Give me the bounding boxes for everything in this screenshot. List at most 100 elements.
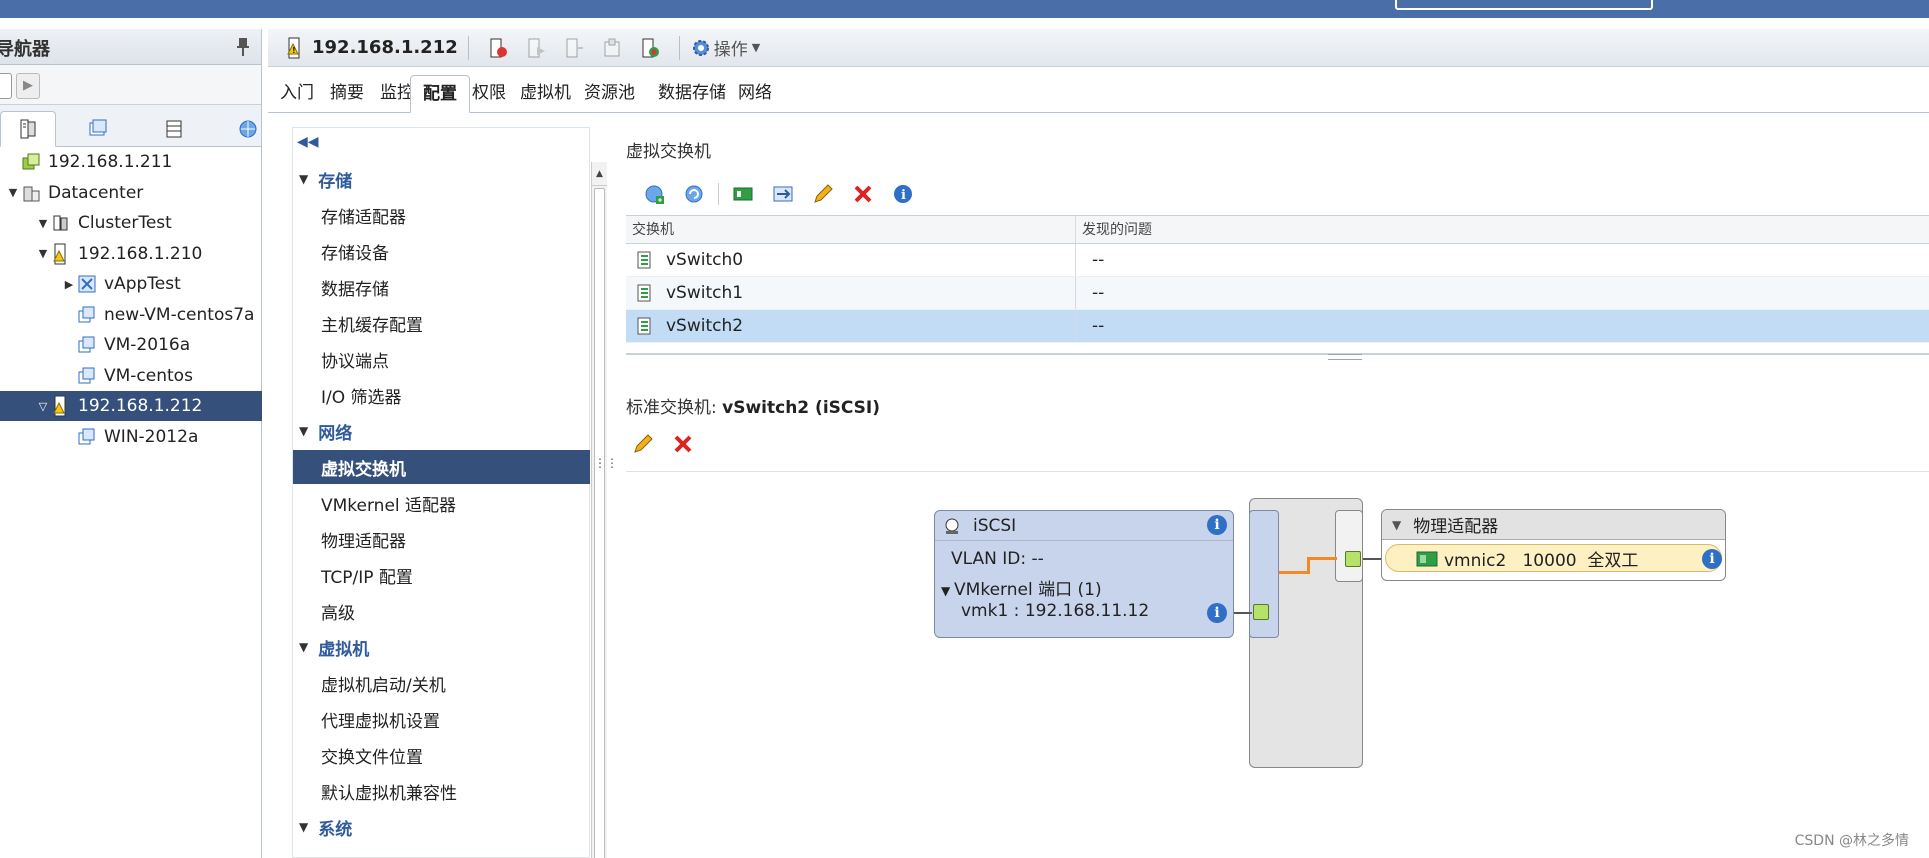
expand-arrow-icon[interactable]: ▼ bbox=[36, 247, 50, 260]
table-row[interactable]: vSwitch2 -- bbox=[626, 310, 1929, 343]
panel-title: 虚拟交换机 bbox=[626, 142, 711, 162]
panel-splitter-handle[interactable]: ⋮⋮ bbox=[594, 456, 618, 470]
config-menu-item[interactable]: 代理虚拟机设置 bbox=[293, 702, 590, 736]
nav-tab-vms-templates[interactable] bbox=[70, 111, 126, 147]
edit-pencil-icon[interactable] bbox=[628, 431, 658, 457]
nav-tab-storage[interactable] bbox=[146, 111, 202, 147]
splitter-grip[interactable] bbox=[1328, 354, 1362, 360]
physical-adapters-header[interactable]: ▼ 物理适配器 bbox=[1382, 510, 1725, 540]
object-header: ! 192.168.1.212 操作 ▼ bbox=[268, 29, 1929, 67]
navigator-tabs bbox=[0, 105, 261, 147]
expand-arrow-icon[interactable]: ▽ bbox=[36, 400, 50, 413]
enter-maintenance-icon[interactable] bbox=[561, 35, 587, 61]
config-menu-item[interactable]: 主机缓存配置 bbox=[293, 306, 590, 340]
deploy-ovf-icon[interactable] bbox=[523, 35, 549, 61]
tree-node[interactable]: ▶ vAppTest bbox=[0, 269, 262, 299]
tree-node[interactable]: ▼ 192.168.1.210 bbox=[0, 239, 262, 269]
collapse-menu-icon[interactable]: ◀◀ bbox=[297, 134, 319, 150]
pin-icon[interactable] bbox=[235, 37, 251, 57]
config-menu-item[interactable]: 存储设备 bbox=[293, 234, 590, 268]
tree-node[interactable]: WIN-2012a bbox=[0, 422, 262, 452]
migrate-vmkernel-icon[interactable] bbox=[770, 181, 796, 207]
config-menu-item[interactable]: 虚拟机启动/关机 bbox=[293, 666, 590, 700]
config-menu-item[interactable]: 协议端点 bbox=[293, 342, 590, 376]
vmkernel-info-icon[interactable]: i bbox=[1207, 603, 1227, 623]
tree-node[interactable]: new-VM-centos7a bbox=[0, 300, 262, 330]
column-header-issues[interactable]: 发现的问题 bbox=[1076, 216, 1152, 243]
vmk-port bbox=[1253, 604, 1269, 620]
config-section-header[interactable]: ▼ 系统 bbox=[293, 810, 590, 844]
tree-node-label: WIN-2012a bbox=[104, 426, 199, 447]
tab-7[interactable]: 数据存储 bbox=[646, 75, 738, 113]
expand-arrow-icon[interactable]: ▼ bbox=[36, 217, 50, 230]
config-menu-label: VMkernel 适配器 bbox=[321, 495, 457, 516]
standard-switch-title-name: vSwitch2 (iSCSI) bbox=[722, 398, 881, 418]
config-menu-label: 系统 bbox=[318, 819, 353, 840]
side-menu-scrollbar[interactable]: ▲ bbox=[591, 162, 607, 858]
refresh-network-icon[interactable] bbox=[681, 181, 707, 207]
remove-x-icon[interactable] bbox=[850, 181, 876, 207]
tree-node-label: 192.168.1.212 bbox=[78, 396, 203, 416]
vm-icon bbox=[76, 366, 98, 386]
tree-node[interactable]: VM-2016a bbox=[0, 330, 262, 360]
tab-8[interactable]: 网络 bbox=[726, 75, 784, 113]
config-section-header[interactable]: ▼ 存储 bbox=[293, 162, 590, 196]
collapse-triangle-icon: ▼ bbox=[1392, 517, 1402, 532]
expand-arrow-icon[interactable]: ▼ bbox=[6, 186, 20, 199]
exit-maintenance-icon[interactable] bbox=[599, 35, 625, 61]
actions-menu[interactable]: 操作 ▼ bbox=[690, 35, 760, 60]
table-row[interactable]: vSwitch0 -- bbox=[626, 244, 1929, 277]
chevron-down-icon: ▼ bbox=[751, 41, 761, 54]
port-group-box[interactable]: iSCSI i VLAN ID: -- ▼ VMkernel 端口 (1) vm… bbox=[934, 510, 1234, 638]
history-back-button[interactable] bbox=[0, 73, 12, 99]
add-networking-icon[interactable] bbox=[641, 181, 667, 207]
vm-icon bbox=[76, 305, 98, 325]
global-search-input[interactable] bbox=[1395, 0, 1653, 10]
host-warning-icon: ! bbox=[287, 37, 300, 58]
info-icon[interactable]: i bbox=[890, 181, 916, 207]
edit-pencil-icon[interactable] bbox=[810, 181, 836, 207]
reboot-host-icon[interactable] bbox=[637, 35, 663, 61]
config-menu-item[interactable]: 存储适配器 bbox=[293, 198, 590, 232]
physical-nic-row[interactable]: vmnic2 10000 全双工 bbox=[1385, 544, 1722, 572]
nav-tab-hosts-clusters[interactable] bbox=[0, 111, 56, 147]
tree-node[interactable]: ▼ ClusterTest bbox=[0, 208, 262, 238]
vmkernel-ports-toggle[interactable]: ▼ VMkernel 端口 (1) bbox=[941, 575, 1102, 600]
config-menu-item[interactable]: 数据存储 bbox=[293, 270, 590, 304]
column-header-switch[interactable]: 交换机 bbox=[626, 216, 1076, 243]
config-menu-label: 存储设备 bbox=[321, 243, 389, 264]
config-section-header[interactable]: ▼ 网络 bbox=[293, 414, 590, 448]
manage-physical-adapters-icon[interactable] bbox=[730, 181, 756, 207]
vm-icon bbox=[76, 335, 98, 355]
tree-node-label: 192.168.1.211 bbox=[48, 152, 173, 172]
config-section-header[interactable]: ▼ 虚拟机 bbox=[293, 630, 590, 664]
nic-info-icon[interactable]: i bbox=[1702, 549, 1722, 569]
remove-x-icon[interactable] bbox=[668, 431, 698, 457]
config-menu-item[interactable]: VMkernel 适配器 bbox=[293, 486, 590, 520]
tree-node-label: vAppTest bbox=[104, 274, 181, 294]
scroll-up-arrow[interactable]: ▲ bbox=[592, 162, 607, 186]
collapse-triangle-icon: ▼ bbox=[299, 640, 309, 654]
table-row[interactable]: vSwitch1 -- bbox=[626, 277, 1929, 310]
config-menu-item[interactable]: 交换文件位置 bbox=[293, 738, 590, 772]
vcenter-icon bbox=[20, 152, 42, 172]
tab-6[interactable]: 资源池 bbox=[572, 75, 647, 113]
config-menu-item[interactable]: 高级 bbox=[293, 594, 590, 628]
config-menu-item[interactable]: 物理适配器 bbox=[293, 522, 590, 556]
tree-node[interactable]: ▼ Datacenter bbox=[0, 178, 262, 208]
config-menu-item[interactable]: TCP/IP 配置 bbox=[293, 558, 590, 592]
table-splitter[interactable] bbox=[626, 353, 1929, 360]
tree-node[interactable]: VM-centos bbox=[0, 361, 262, 391]
expand-arrow-icon[interactable]: ▶ bbox=[62, 278, 76, 291]
scroll-thumb[interactable] bbox=[594, 188, 605, 858]
new-vm-icon[interactable] bbox=[485, 35, 511, 61]
history-forward-button[interactable]: ▶ bbox=[16, 73, 40, 99]
config-menu-item[interactable]: 虚拟交换机 bbox=[293, 450, 590, 484]
config-menu-item[interactable]: 默认虚拟机兼容性 bbox=[293, 774, 590, 808]
tree-node[interactable]: 192.168.1.211 bbox=[0, 147, 262, 177]
collapse-triangle-icon: ▼ bbox=[299, 172, 309, 186]
config-menu-item[interactable]: I/O 筛选器 bbox=[293, 378, 590, 412]
port-group-info-icon[interactable]: i bbox=[1207, 515, 1227, 535]
tree-node[interactable]: ▽ 192.168.1.212 bbox=[0, 391, 262, 421]
config-menu-label: 默认虚拟机兼容性 bbox=[321, 783, 457, 804]
